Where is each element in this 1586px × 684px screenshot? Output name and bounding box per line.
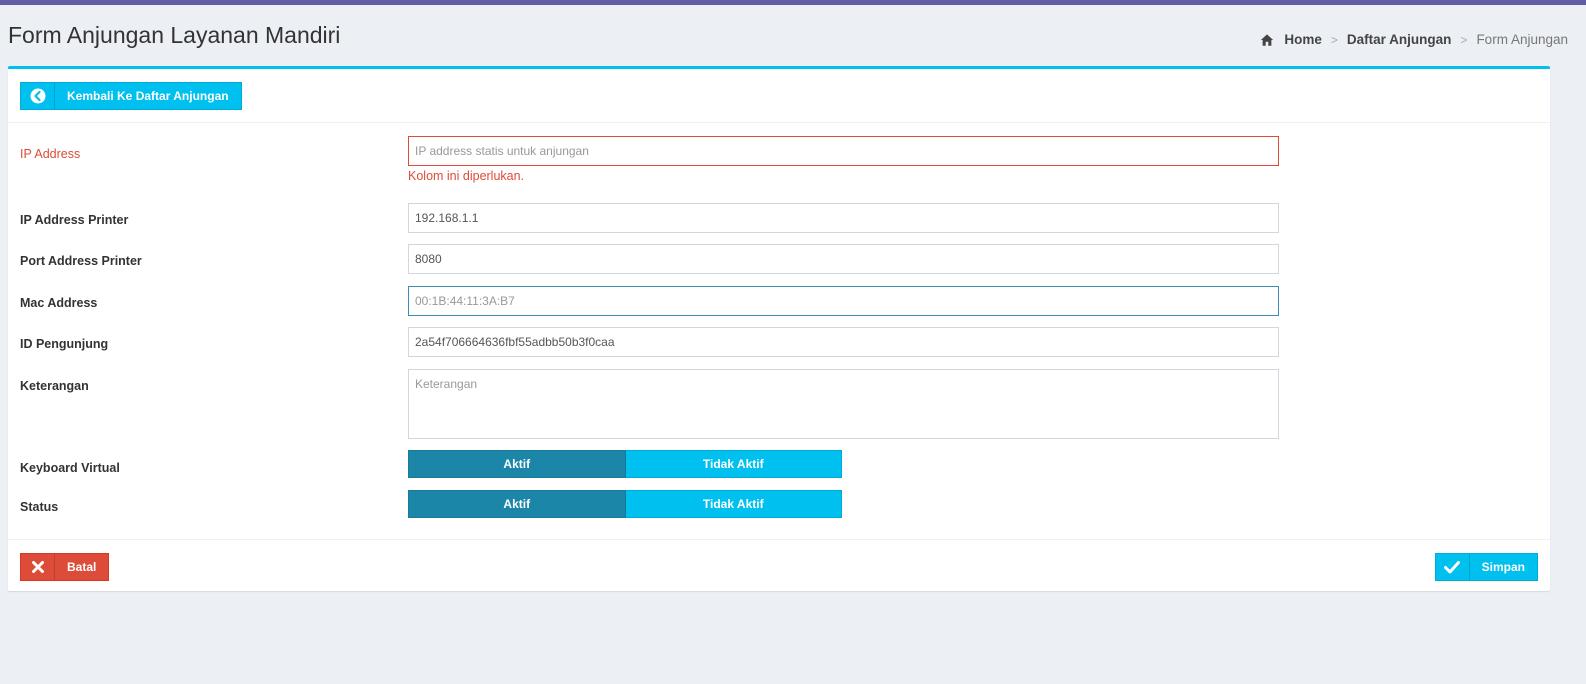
- keyboard-virtual-tidak-aktif-option[interactable]: Tidak Aktif: [625, 450, 842, 478]
- mac-address-input[interactable]: [408, 286, 1279, 316]
- page-title: Form Anjungan Layanan Mandiri: [8, 22, 341, 48]
- save-button-label: Simpan: [1481, 560, 1525, 574]
- breadcrumb-separator: >: [1460, 32, 1468, 47]
- keterangan-label: Keterangan: [20, 379, 89, 393]
- keyboard-virtual-label: Keyboard Virtual: [20, 461, 120, 475]
- keyboard-virtual-toggle: Aktif Tidak Aktif: [408, 450, 842, 478]
- cancel-button-label: Batal: [67, 560, 97, 574]
- arrow-circle-left-icon: [21, 83, 55, 109]
- breadcrumb-home[interactable]: Home: [1284, 32, 1322, 47]
- breadcrumb-separator: >: [1330, 32, 1338, 47]
- breadcrumb: Home > Daftar Anjungan > Form Anjungan: [1260, 32, 1568, 47]
- ip-address-error: Kolom ini diperlukan.: [408, 169, 525, 183]
- times-icon: [21, 554, 55, 580]
- breadcrumb-daftar-anjungan[interactable]: Daftar Anjungan: [1347, 32, 1452, 47]
- ip-address-input[interactable]: [408, 136, 1279, 166]
- mac-address-label: Mac Address: [20, 296, 98, 310]
- cancel-button[interactable]: Batal: [20, 553, 110, 581]
- back-button-label: Kembali Ke Daftar Anjungan: [67, 89, 229, 103]
- ip-printer-label: IP Address Printer: [20, 213, 129, 227]
- status-tidak-aktif-option[interactable]: Tidak Aktif: [625, 490, 842, 518]
- status-label: Status: [20, 500, 59, 514]
- form-box: Kembali Ke Daftar Anjungan IP Address Ko…: [8, 66, 1550, 591]
- home-icon: [1261, 33, 1274, 46]
- port-printer-input[interactable]: [408, 244, 1279, 274]
- port-printer-label: Port Address Printer: [20, 254, 142, 268]
- keterangan-textarea[interactable]: [408, 369, 1279, 439]
- status-aktif-option[interactable]: Aktif: [408, 490, 626, 518]
- check-icon: [1436, 554, 1470, 580]
- save-button[interactable]: Simpan: [1434, 553, 1538, 581]
- breadcrumb-current: Form Anjungan: [1476, 32, 1568, 47]
- ip-printer-input[interactable]: [408, 203, 1279, 233]
- id-pengunjung-input[interactable]: [408, 327, 1279, 357]
- keyboard-virtual-aktif-option[interactable]: Aktif: [408, 450, 626, 478]
- id-pengunjung-label: ID Pengunjung: [20, 337, 109, 351]
- back-to-list-button[interactable]: Kembali Ke Daftar Anjungan: [20, 82, 242, 110]
- box-footer-divider: [8, 539, 1550, 540]
- top-strip: [0, 0, 1586, 5]
- status-toggle: Aktif Tidak Aktif: [408, 490, 842, 518]
- ip-address-label: IP Address: [20, 147, 81, 161]
